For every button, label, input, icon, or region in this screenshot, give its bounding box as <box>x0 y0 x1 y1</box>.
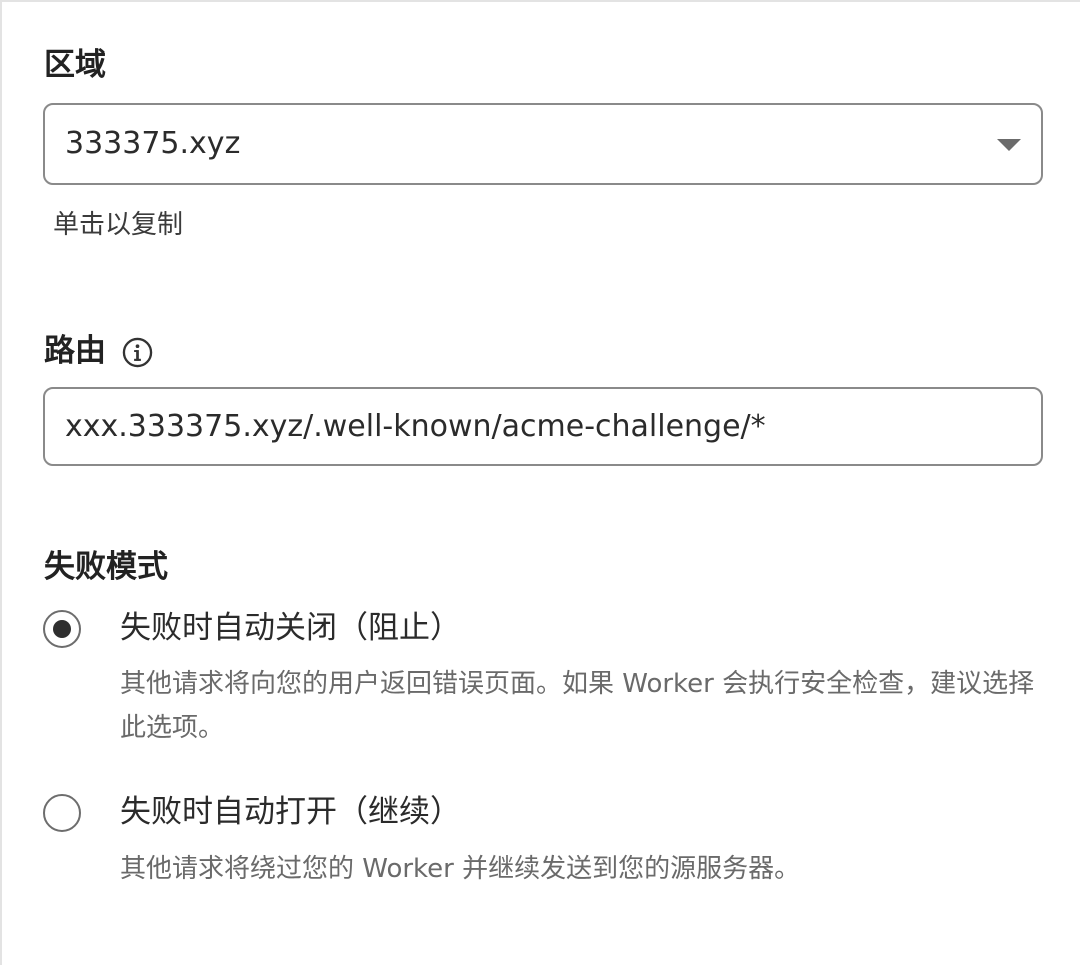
chevron-down-icon[interactable] <box>997 139 1021 151</box>
route-label: 路由 <box>44 333 106 369</box>
zone-label: 区域 <box>44 47 106 83</box>
info-icon[interactable] <box>122 337 153 368</box>
option-fail-closed-description: 其他请求将向您的用户返回错误页面。如果 Worker 会执行安全检查，建议选择此… <box>120 669 1035 743</box>
radio-fail-open[interactable] <box>43 794 81 832</box>
route-input[interactable] <box>43 387 1043 466</box>
copy-hint[interactable]: 单击以复制 <box>53 212 183 238</box>
option-fail-closed-label[interactable]: 失败时自动关闭（阻止） <box>120 613 461 644</box>
radio-fail-closed[interactable] <box>43 610 81 648</box>
zone-select[interactable]: 333375.xyz <box>43 103 1043 185</box>
option-fail-open-label[interactable]: 失败时自动打开（继续） <box>120 797 461 828</box>
failure-mode-label: 失败模式 <box>44 549 168 585</box>
zone-select-value: 333375.xyz <box>65 126 241 161</box>
form-panel: 区域 333375.xyz 单击以复制 路由 失败模式 失败时自动关闭（阻止） … <box>0 0 1080 965</box>
option-fail-open-description: 其他请求将绕过您的 Worker 并继续发送到您的源服务器。 <box>120 854 801 884</box>
